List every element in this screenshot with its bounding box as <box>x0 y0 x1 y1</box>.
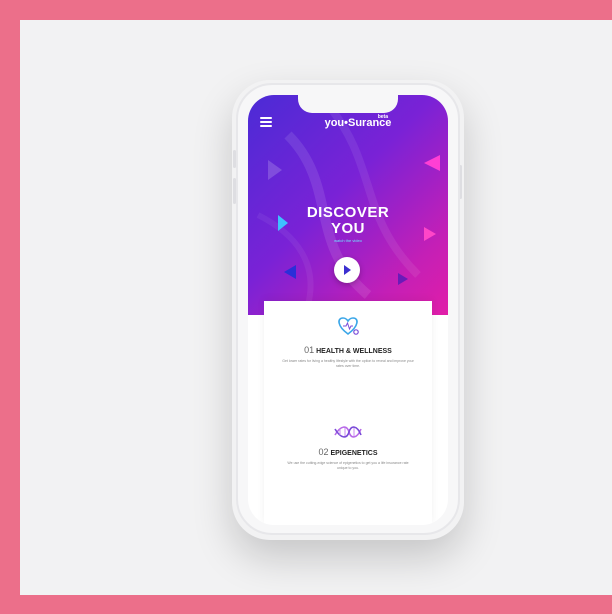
hamburger-menu-icon[interactable] <box>260 117 272 127</box>
decorative-triangle <box>424 155 440 171</box>
app-logo: you•Surance beta <box>308 114 408 135</box>
hero-title-line1: DISCOVER <box>306 204 390 221</box>
play-icon <box>344 265 351 275</box>
phone-notch <box>298 95 398 113</box>
phone-mockup: you•Surance beta DISCOVER YOU watch the … <box>236 83 460 535</box>
feature-title-health: 01 HEALTH & WELLNESS <box>264 345 432 355</box>
feature-name: HEALTH & WELLNESS <box>316 348 392 355</box>
feature-description-epigenetics: We use the cutting-edge science of epige… <box>287 461 409 470</box>
decorative-triangle <box>284 265 296 279</box>
feature-number: 01 <box>304 345 315 355</box>
feature-title-epigenetics: 02 EPIGENETICS <box>264 447 432 457</box>
feature-description-health: Get lower rates for living a healthy lif… <box>282 359 414 368</box>
heart-stethoscope-icon <box>338 317 359 335</box>
decorative-triangle <box>398 273 408 285</box>
dna-icon <box>334 426 362 438</box>
features-card: 01 HEALTH & WELLNESS Get lower rates for… <box>264 301 432 525</box>
decorative-triangle <box>268 160 282 180</box>
logo-beta-tag: beta <box>377 114 388 120</box>
feature-number: 02 <box>318 447 329 457</box>
hero-section: you•Surance beta DISCOVER YOU watch the … <box>248 95 448 315</box>
hero-title-line2: YOU <box>330 220 365 237</box>
play-button[interactable] <box>334 257 360 283</box>
watch-video-link[interactable]: watch the video <box>248 238 448 243</box>
phone-screen: you•Surance beta DISCOVER YOU watch the … <box>248 95 448 525</box>
feature-name: EPIGENETICS <box>330 450 378 457</box>
